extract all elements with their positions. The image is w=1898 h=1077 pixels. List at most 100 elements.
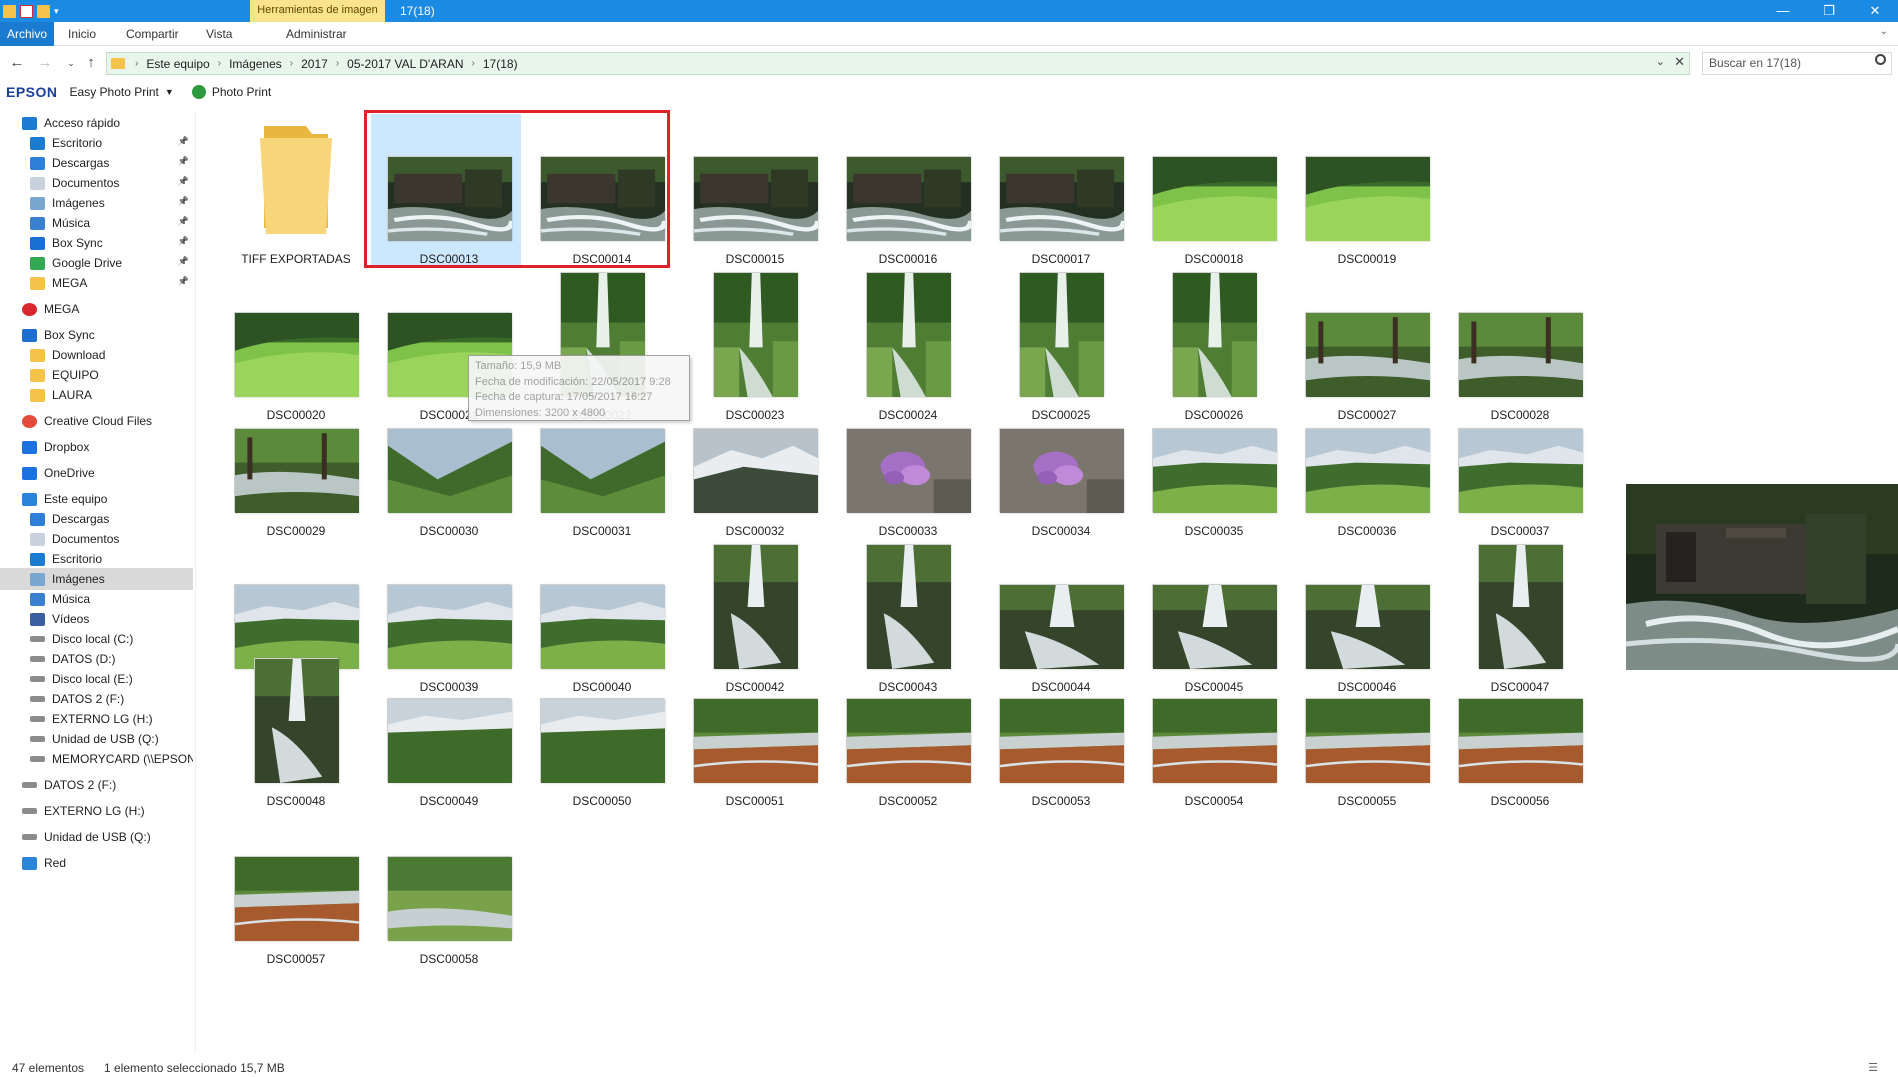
breadcrumb-imagenes[interactable]: Imágenes xyxy=(225,57,286,71)
file-name: DSC00045 xyxy=(1184,680,1244,694)
sidebar-item[interactable]: Dropbox xyxy=(0,436,193,458)
photo-thumbnail xyxy=(387,428,512,513)
sidebar-item[interactable]: Este equipo xyxy=(0,488,193,510)
sidebar-item[interactable]: Creative Cloud Files xyxy=(0,410,193,432)
sidebar-item[interactable]: Descargas xyxy=(0,508,193,530)
sidebar-item[interactable]: OneDrive xyxy=(0,462,193,484)
restore-button[interactable]: ❐ xyxy=(1806,0,1852,22)
tooltip-line: Dimensiones: 3200 x 4800 xyxy=(475,406,606,419)
sidebar-item[interactable]: Unidad de USB (Q:) xyxy=(0,728,193,750)
customize-toolbar-icon[interactable]: ▾ xyxy=(54,6,59,17)
tab-archivo[interactable]: Archivo xyxy=(0,22,54,46)
sidebar-item[interactable]: Google Drive 📌 xyxy=(0,252,193,274)
search-input[interactable]: Buscar en 17(18) xyxy=(1702,52,1892,75)
sidebar-item[interactable]: EQUIPO xyxy=(0,364,193,386)
sidebar-item[interactable]: Vídeos xyxy=(0,608,193,630)
contextual-tab-image-tools[interactable]: Herramientas de imagen xyxy=(250,0,385,22)
sidebar-item[interactable]: EXTERNO LG (H:) xyxy=(0,800,193,822)
breadcrumb-2017[interactable]: 2017 xyxy=(297,57,332,71)
address-bar[interactable]: › Este equipo › Imágenes › 2017 › 05-201… xyxy=(106,52,1690,75)
navigation-row: ← → ⌄ ↑ › Este equipo › Imágenes › 2017 … xyxy=(0,48,1898,78)
sidebar-item[interactable]: Escritorio xyxy=(0,548,193,570)
sidebar-item[interactable]: Documentos xyxy=(0,528,193,550)
pin-icon[interactable]: 📌 xyxy=(178,236,189,247)
minimize-button[interactable]: — xyxy=(1760,0,1806,22)
sidebar-item[interactable]: Unidad de USB (Q:) xyxy=(0,826,193,848)
sidebar-item[interactable]: DATOS (D:) xyxy=(0,648,193,670)
pin-icon[interactable]: 📌 xyxy=(178,256,189,267)
tab-compartir[interactable]: Compartir xyxy=(116,22,189,46)
sidebar-item[interactable]: MEGA 📌 xyxy=(0,272,193,294)
sidebar-item-label: Escritorio xyxy=(52,136,103,150)
sidebar-item[interactable]: Acceso rápido xyxy=(0,112,193,134)
forward-arrow-icon[interactable]: → xyxy=(34,52,56,74)
drive-icon xyxy=(22,834,37,840)
photo-thumbnail xyxy=(1305,312,1430,397)
breadcrumb-este-equipo[interactable]: Este equipo xyxy=(142,57,213,71)
photo-thumbnail xyxy=(540,428,665,513)
pin-icon[interactable]: 📌 xyxy=(178,276,189,287)
tab-administrar[interactable]: Administrar xyxy=(276,22,357,46)
photo-thumbnail xyxy=(713,544,798,669)
document-icon xyxy=(30,176,45,190)
sidebar-item[interactable]: Disco local (E:) xyxy=(0,668,193,690)
sidebar-item[interactable]: Download xyxy=(0,344,193,366)
tab-vista[interactable]: Vista xyxy=(196,22,242,46)
pin-icon[interactable]: 📌 xyxy=(178,216,189,227)
breadcrumb-val-daran[interactable]: 05-2017 VAL D'ARAN xyxy=(343,57,467,71)
sidebar-item[interactable]: Música xyxy=(0,588,193,610)
sidebar-item[interactable]: Box Sync 📌 xyxy=(0,232,193,254)
new-folder-icon[interactable] xyxy=(37,4,50,18)
address-dropdown-icon[interactable]: ⌄ xyxy=(1656,55,1665,68)
photo-thumbnail xyxy=(1152,584,1277,669)
sidebar-item[interactable]: LAURA xyxy=(0,384,193,406)
sidebar-item[interactable]: Imágenes 📌 xyxy=(0,192,193,214)
photo-thumbnail xyxy=(866,544,951,669)
breadcrumb-separator-icon[interactable]: › xyxy=(286,58,297,69)
file-name: DSC00026 xyxy=(1184,408,1244,422)
breadcrumb-separator-icon[interactable]: › xyxy=(131,58,142,69)
pin-icon[interactable]: 📌 xyxy=(178,196,189,207)
sidebar-item[interactable]: Descargas 📌 xyxy=(0,152,193,174)
box-icon xyxy=(30,236,45,250)
clear-address-icon[interactable]: ✕ xyxy=(1674,54,1685,70)
epson-toolbar: EPSON Easy Photo Print ▼ Photo Print xyxy=(0,81,271,103)
chevron-down-icon[interactable]: ▼ xyxy=(165,87,174,97)
sidebar-item-label: Disco local (C:) xyxy=(52,632,134,646)
sidebar-item[interactable]: EXTERNO LG (H:) xyxy=(0,708,193,730)
sidebar-item[interactable]: Música 📌 xyxy=(0,212,193,234)
details-view-icon[interactable]: ☰ xyxy=(1868,1061,1878,1074)
up-arrow-icon[interactable]: ↑ xyxy=(80,52,102,74)
expand-ribbon-icon[interactable]: ⌄ xyxy=(1880,26,1888,37)
recent-locations-icon[interactable]: ⌄ xyxy=(60,52,82,74)
tab-inicio[interactable]: Inicio xyxy=(58,22,106,46)
breadcrumb-separator-icon[interactable]: › xyxy=(214,58,225,69)
sidebar-item-label: DATOS 2 (F:) xyxy=(52,692,125,706)
easy-photo-print-button[interactable]: Easy Photo Print xyxy=(70,85,159,99)
sidebar-item[interactable]: Box Sync xyxy=(0,324,193,346)
breadcrumb-separator-icon[interactable]: › xyxy=(468,58,479,69)
sidebar-item[interactable]: Imágenes xyxy=(0,568,193,590)
sidebar-item[interactable]: DATOS 2 (F:) xyxy=(0,774,193,796)
file-name: DSC00039 xyxy=(419,680,479,694)
close-button[interactable]: ✕ xyxy=(1852,0,1898,22)
sidebar-item[interactable]: Documentos 📌 xyxy=(0,172,193,194)
photo-print-button[interactable]: Photo Print xyxy=(212,85,271,99)
photo-thumbnail xyxy=(1305,428,1430,513)
sidebar-item[interactable]: MEMORYCARD (\\EPSON1 xyxy=(0,748,193,770)
search-icon[interactable] xyxy=(1875,54,1886,65)
breadcrumb-separator-icon[interactable]: › xyxy=(332,58,343,69)
sidebar-item[interactable]: MEGA xyxy=(0,298,193,320)
pin-icon[interactable]: 📌 xyxy=(178,136,189,147)
sidebar-item-label: Descargas xyxy=(52,512,110,526)
back-arrow-icon[interactable]: ← xyxy=(6,52,28,74)
sidebar-item[interactable]: Disco local (C:) xyxy=(0,628,193,650)
sidebar-item[interactable]: DATOS 2 (F:) xyxy=(0,688,193,710)
pin-icon[interactable]: 📌 xyxy=(178,156,189,167)
photo-thumbnail xyxy=(693,698,819,783)
pin-icon[interactable]: 📌 xyxy=(178,176,189,187)
sidebar-item[interactable]: Red xyxy=(0,852,193,874)
sidebar-item[interactable]: Escritorio 📌 xyxy=(0,132,193,154)
breadcrumb-current[interactable]: 17(18) xyxy=(479,57,522,71)
properties-icon[interactable] xyxy=(20,4,33,18)
